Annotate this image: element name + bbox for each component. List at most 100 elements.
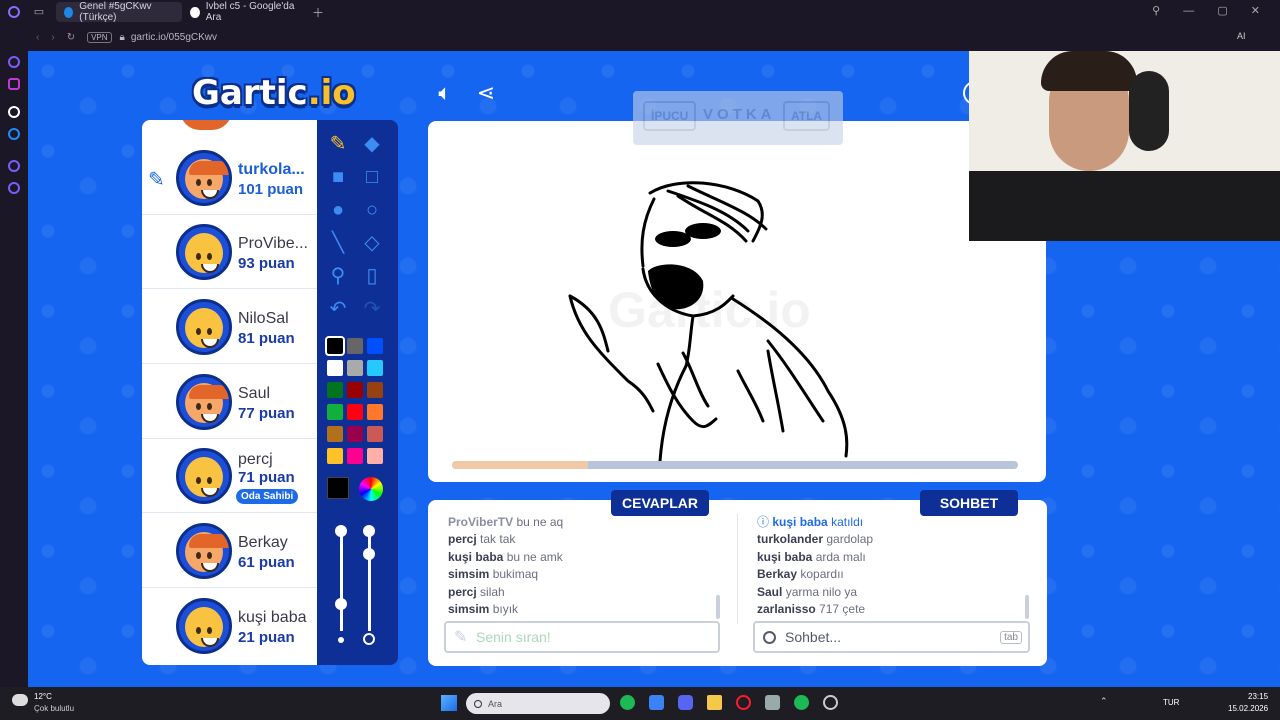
color-swatch[interactable] bbox=[325, 336, 345, 356]
clock-date[interactable]: 15.02.2026 bbox=[1228, 704, 1268, 713]
tab-answers[interactable]: CEVAPLAR bbox=[611, 490, 709, 516]
brush-size-slider[interactable] bbox=[340, 531, 343, 631]
slider-knob[interactable] bbox=[335, 525, 347, 537]
fill-tool-icon[interactable]: ◆ bbox=[357, 129, 387, 159]
color-swatch[interactable] bbox=[367, 382, 383, 398]
filled-rect-tool-icon[interactable]: ■ bbox=[323, 162, 353, 192]
color-swatch[interactable] bbox=[347, 448, 363, 464]
color-swatch[interactable] bbox=[327, 360, 343, 376]
answers-scrollbar[interactable] bbox=[716, 595, 720, 619]
word-hint-box: İPUCU VOTKA ATLA bbox=[633, 91, 843, 145]
color-swatch[interactable] bbox=[327, 404, 343, 420]
color-swatch[interactable] bbox=[367, 360, 383, 376]
opera-logo-icon[interactable] bbox=[0, 0, 28, 24]
slider-knob[interactable] bbox=[335, 598, 347, 610]
back-icon[interactable]: ‹ bbox=[36, 32, 39, 43]
vpn-badge[interactable]: VPN bbox=[87, 32, 112, 43]
settings-icon[interactable] bbox=[8, 182, 20, 194]
chat-scrollbar[interactable] bbox=[1025, 595, 1029, 619]
clock-time[interactable]: 23:15 bbox=[1248, 692, 1268, 701]
lock-icon: 🔒︎ bbox=[119, 32, 125, 43]
eraser-tool-icon[interactable]: ◇ bbox=[357, 228, 387, 258]
avatar bbox=[176, 523, 232, 579]
list-item: Saul yarma nilo ya bbox=[757, 584, 858, 599]
color-swatch[interactable] bbox=[347, 382, 363, 398]
app-icon[interactable] bbox=[765, 695, 780, 710]
filled-circle-tool-icon[interactable]: ● bbox=[323, 195, 353, 225]
weather-desc[interactable]: Çok bulutlu bbox=[34, 704, 74, 713]
chat-input[interactable]: Sohbet... tab bbox=[753, 621, 1030, 653]
messenger-icon[interactable] bbox=[8, 128, 20, 140]
word-to-draw: VOTKA bbox=[703, 106, 776, 123]
ai-button[interactable]: AI bbox=[1237, 31, 1246, 41]
color-swatch[interactable] bbox=[347, 360, 363, 376]
taskbar: 12°C Çok bulutlu Ara ⌃ TUR 23:15 15.02.2… bbox=[0, 687, 1280, 720]
forward-icon[interactable]: › bbox=[51, 32, 54, 43]
color-swatch[interactable] bbox=[367, 448, 383, 464]
current-color[interactable] bbox=[327, 477, 349, 499]
player-score: 71 puan bbox=[238, 469, 295, 486]
color-swatch[interactable] bbox=[327, 426, 343, 442]
avatar bbox=[176, 224, 232, 280]
opera-gx-icon[interactable] bbox=[736, 695, 751, 710]
spotify-icon[interactable] bbox=[794, 695, 809, 710]
mail-icon[interactable] bbox=[649, 695, 664, 710]
tab-gartic[interactable]: Genel #5gCKwv (Türkçe) bbox=[56, 1, 182, 23]
tab-google[interactable]: Ivbel c5 - Google'da Ara bbox=[182, 1, 308, 23]
redo-tool-icon[interactable]: ↷ bbox=[357, 294, 387, 324]
address-bar: ‹ › ↻ VPN 🔒︎ gartic.io/055gCKwv AI bbox=[0, 24, 1280, 51]
taskbar-search[interactable]: Ara bbox=[466, 693, 610, 714]
color-swatch[interactable] bbox=[347, 404, 363, 420]
list-item: kuşi baba arda malı bbox=[757, 549, 866, 564]
tray-chevron-icon[interactable]: ⌃ bbox=[1100, 696, 1108, 707]
player-score: 81 puan bbox=[238, 330, 295, 347]
file-explorer-icon[interactable] bbox=[707, 695, 722, 710]
clear-tool-icon[interactable]: ▯ bbox=[357, 261, 387, 291]
instagram-icon[interactable] bbox=[8, 78, 20, 90]
color-swatch[interactable] bbox=[347, 338, 363, 354]
undo-tool-icon[interactable]: ↶ bbox=[323, 294, 353, 324]
hint-button[interactable]: İPUCU bbox=[643, 101, 697, 131]
chatgpt-icon[interactable] bbox=[8, 106, 20, 118]
sound-icon[interactable]: 🔈︎ bbox=[431, 79, 459, 107]
player-score: 101 puan bbox=[238, 181, 304, 198]
spotify-icon[interactable] bbox=[620, 695, 635, 710]
pencil-icon: ✎ bbox=[148, 169, 165, 191]
discord-icon[interactable] bbox=[678, 695, 693, 710]
pencil-tool-icon[interactable]: ✎ bbox=[323, 129, 353, 159]
eyedropper-tool-icon[interactable]: ⚲ bbox=[323, 261, 353, 291]
color-swatch[interactable] bbox=[367, 404, 383, 420]
drawing-canvas[interactable]: Gartic.io bbox=[428, 121, 1046, 482]
color-swatch[interactable] bbox=[327, 382, 343, 398]
line-tool-icon[interactable]: ╲ bbox=[323, 228, 353, 258]
slider-knob[interactable] bbox=[363, 548, 375, 560]
share-icon[interactable]: ⋖ bbox=[472, 79, 500, 107]
aria-icon[interactable] bbox=[8, 56, 20, 68]
rect-tool-icon[interactable]: □ bbox=[357, 162, 387, 192]
color-swatch[interactable] bbox=[367, 338, 383, 354]
color-wheel-icon[interactable] bbox=[359, 477, 383, 501]
url-field[interactable]: gartic.io/055gCKwv bbox=[131, 32, 217, 43]
language-indicator[interactable]: TUR bbox=[1163, 698, 1179, 707]
answer-input[interactable]: ✎ Senin sıran! bbox=[444, 621, 720, 653]
skip-button[interactable]: ATLA bbox=[783, 101, 831, 131]
avatar bbox=[176, 150, 232, 206]
cloud-icon[interactable] bbox=[12, 694, 28, 706]
windows-start-icon[interactable] bbox=[441, 695, 457, 711]
new-tab-icon[interactable]: ＋ bbox=[312, 4, 324, 21]
color-swatch[interactable] bbox=[347, 426, 363, 442]
weather-temp[interactable]: 12°C bbox=[34, 692, 52, 701]
color-swatch[interactable] bbox=[327, 448, 343, 464]
circle-tool-icon[interactable]: ○ bbox=[357, 195, 387, 225]
workspaces-icon[interactable]: ▭ bbox=[28, 2, 50, 22]
slider-knob[interactable] bbox=[363, 525, 375, 537]
reload-icon[interactable]: ↻ bbox=[67, 32, 75, 43]
steam-icon[interactable] bbox=[823, 695, 838, 710]
tab-bar: ▭ Genel #5gCKwv (Türkçe) Ivbel c5 - Goog… bbox=[0, 0, 1280, 24]
history-icon[interactable] bbox=[8, 160, 20, 172]
tab-chat[interactable]: SOHBET bbox=[920, 490, 1018, 516]
window-controls[interactable]: ⚲ — ▢ ✕ bbox=[1152, 4, 1270, 17]
color-swatch[interactable] bbox=[367, 426, 383, 442]
opacity-slider[interactable] bbox=[368, 531, 371, 631]
tab-label: Ivbel c5 - Google'da Ara bbox=[205, 1, 295, 23]
